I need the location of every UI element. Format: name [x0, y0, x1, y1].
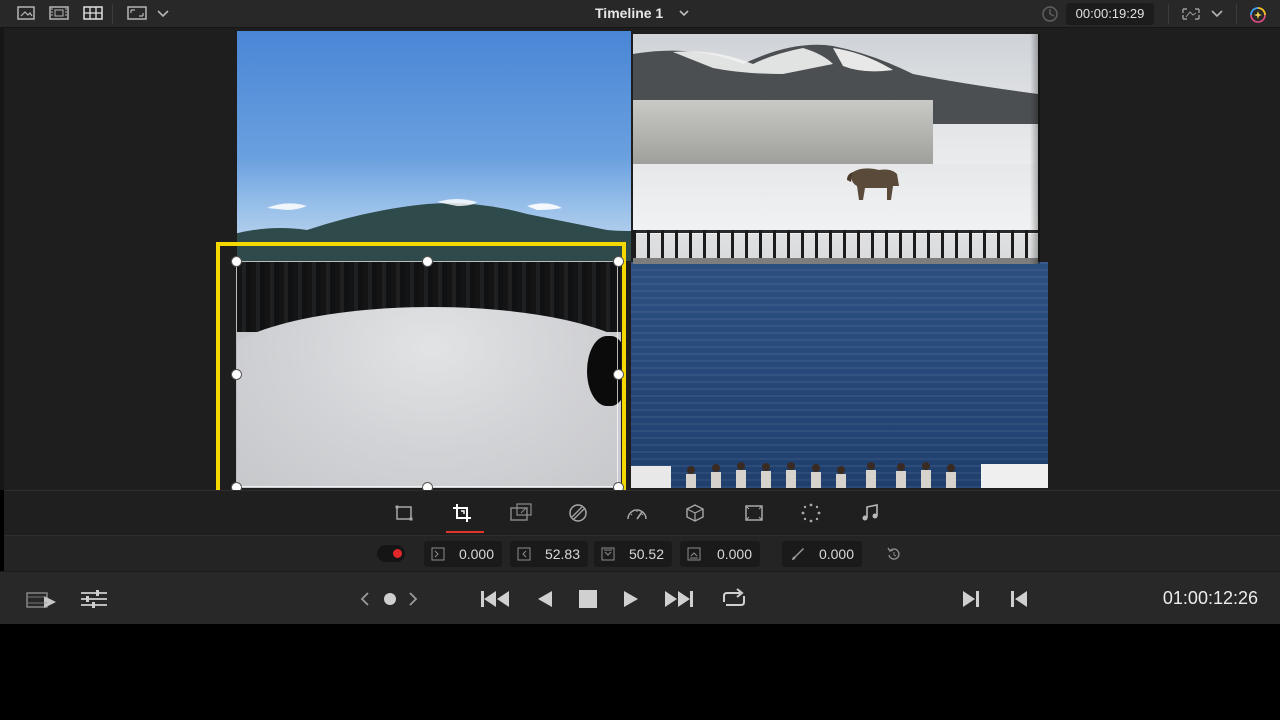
crop-left-value: 0.000: [458, 546, 494, 562]
crop-right-value: 52.83: [544, 546, 580, 562]
loop-button[interactable]: [716, 584, 750, 614]
crop-handle-top-left[interactable]: [231, 256, 242, 267]
crop-left-icon: [430, 546, 446, 562]
add-keyframe-button[interactable]: [379, 584, 401, 614]
previous-keyframe-button[interactable]: [354, 584, 376, 614]
filmstrip-icon[interactable]: [48, 5, 69, 21]
clip-edge-shadow: [1030, 34, 1040, 264]
viewer-left-edge: [0, 28, 4, 490]
active-tool-indicator: [446, 531, 484, 533]
next-keyframe-button[interactable]: [402, 584, 424, 614]
play-reverse-button[interactable]: [528, 584, 562, 614]
current-timecode: 01:00:12:26: [1162, 588, 1258, 608]
crop-bottom-icon: [686, 546, 702, 562]
timeline-dropdown-icon[interactable]: [678, 7, 690, 19]
crop-handle-top-center[interactable]: [422, 256, 433, 267]
lens-correction-icon[interactable]: [743, 502, 765, 524]
chevron-down-icon[interactable]: [1210, 5, 1224, 21]
grid-view-icon[interactable]: [82, 5, 103, 21]
stabilization-icon[interactable]: [683, 502, 705, 524]
toolbar-divider: [1236, 4, 1237, 24]
duration-timecode: 00:00:19:29: [1066, 3, 1154, 25]
playback-clip-icon[interactable]: [24, 584, 60, 614]
crop-left-field[interactable]: 0.000: [424, 541, 502, 567]
viewer-mode-icon[interactable]: [126, 5, 147, 21]
crop-handle-middle-right[interactable]: [613, 369, 624, 380]
transport-bar: 01:00:12:26: [0, 571, 1280, 624]
speed-icon[interactable]: [625, 502, 647, 524]
transform-icon[interactable]: [393, 502, 415, 524]
crop-parameters-bar: 0.000 52.83 50.52 0.000 0.000: [4, 535, 1280, 571]
clip-lake-crowd[interactable]: [631, 262, 1048, 488]
softness-value: 0.000: [818, 546, 854, 562]
viewer-header: Timeline 1 00:00:19:29: [0, 0, 1280, 28]
reset-icon: [886, 546, 902, 562]
softness-brush-icon: [790, 546, 806, 562]
chevron-down-icon[interactable]: [156, 5, 170, 21]
crop-bottom-value: 0.000: [716, 546, 752, 562]
stop-button[interactable]: [571, 584, 605, 614]
onscreen-controls-icon[interactable]: [1180, 5, 1200, 21]
skip-to-start-button[interactable]: [478, 584, 512, 614]
play-button[interactable]: [614, 584, 648, 614]
crop-bottom-field[interactable]: 0.000: [680, 541, 760, 567]
composite-icon[interactable]: [567, 502, 589, 524]
keyframe-toggle[interactable]: [377, 545, 405, 562]
dynamic-zoom-icon[interactable]: [509, 502, 532, 524]
single-viewer-icon[interactable]: [16, 5, 36, 21]
skip-to-end-button[interactable]: [662, 584, 696, 614]
crop-right-icon: [516, 546, 532, 562]
reset-crop-button[interactable]: [884, 541, 904, 567]
sliders-icon[interactable]: [78, 584, 112, 614]
color-sparkle-icon[interactable]: [1248, 5, 1268, 23]
crop-top-value: 50.52: [628, 546, 664, 562]
clip-train-elk[interactable]: [633, 34, 1038, 264]
transform-tools-bar: [4, 490, 1280, 535]
timecode-sync-icon[interactable]: [1040, 5, 1060, 22]
crop-icon[interactable]: [451, 502, 473, 524]
audio-icon[interactable]: [859, 502, 881, 524]
toolbar-divider: [112, 4, 113, 24]
crop-handle-top-right[interactable]: [613, 256, 624, 267]
clip-sky-mountain[interactable]: [237, 31, 631, 261]
crop-bounding-box[interactable]: [236, 261, 618, 487]
softness-field[interactable]: 0.000: [782, 541, 862, 567]
crop-top-field[interactable]: 50.52: [594, 541, 672, 567]
keyframe-dot: [393, 549, 402, 558]
toolbar-divider: [1168, 4, 1169, 24]
fade-icon[interactable]: [800, 502, 822, 524]
go-to-next-edit-button[interactable]: [954, 584, 988, 614]
crop-right-field[interactable]: 52.83: [510, 541, 588, 567]
timeline-title[interactable]: Timeline 1: [595, 5, 663, 21]
go-to-previous-edit-button[interactable]: [1002, 584, 1036, 614]
crop-top-icon: [600, 546, 616, 562]
crop-handle-middle-left[interactable]: [231, 369, 242, 380]
